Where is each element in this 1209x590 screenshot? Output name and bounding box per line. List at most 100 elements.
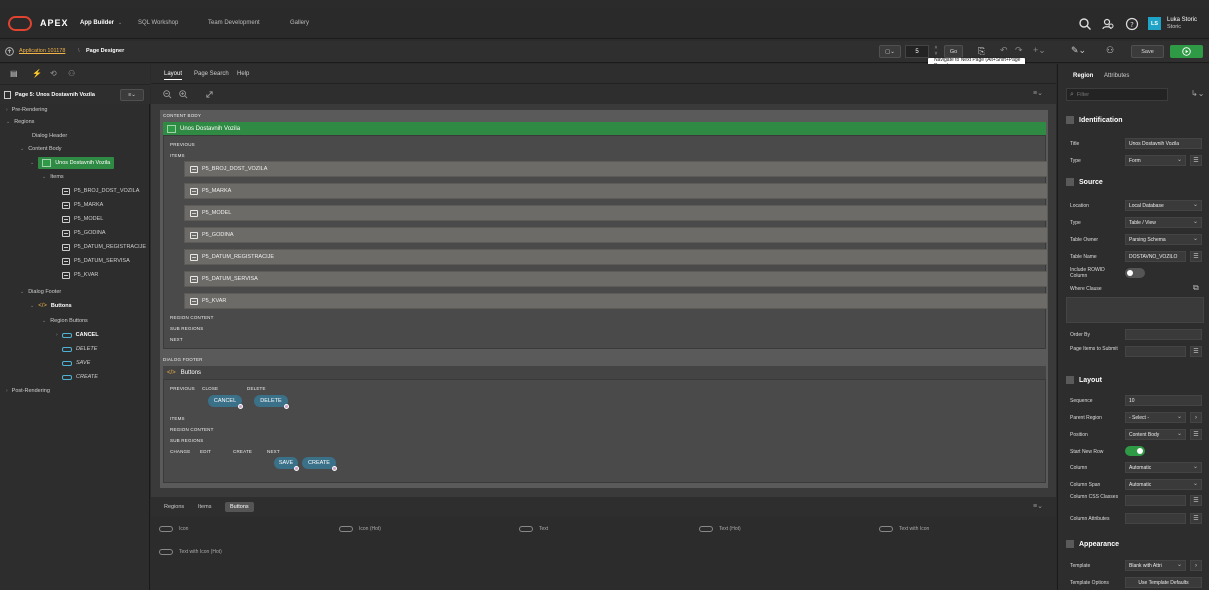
page-tree-title[interactable]: Page 5: Unos Dostavnih Vozila <box>15 92 95 98</box>
include-rowid-toggle[interactable] <box>1125 268 1145 278</box>
tree-buttons-region[interactable]: ⌄ </> Buttons <box>30 300 72 312</box>
chevron-down-icon[interactable]: ⌄ <box>118 20 122 26</box>
tree-regions[interactable]: ⌄ Regions <box>6 116 34 128</box>
tab-buttons[interactable]: Buttons <box>225 502 254 512</box>
cancel-button[interactable]: CANCEL <box>208 395 243 409</box>
order-by-field[interactable] <box>1125 329 1202 340</box>
apex-logo-icon[interactable] <box>8 16 32 31</box>
tree-item-p5-datum-servisa[interactable]: P5_DATUM_SERVISA <box>62 255 130 267</box>
tree-content-body[interactable]: ⌄ Content Body <box>20 143 62 155</box>
expand-icon[interactable] <box>205 90 214 99</box>
breadcrumb-application-link[interactable]: Application 101178 <box>19 48 65 54</box>
filter-input[interactable]: ⌕ Filter <box>1066 88 1168 101</box>
search-icon[interactable] <box>1078 17 1092 31</box>
parent-region-select[interactable]: - Select - <box>1125 412 1186 423</box>
column-attributes-field[interactable] <box>1125 513 1186 524</box>
nav-gallery[interactable]: Gallery <box>290 20 309 26</box>
gallery-menu-icon[interactable]: ≡⌄ <box>1033 502 1043 510</box>
tree-button-create[interactable]: CREATE <box>62 371 98 383</box>
group-appearance[interactable]: Appearance <box>1066 534 1206 554</box>
gallery-text-with-icon[interactable]: Text with Icon <box>879 526 929 532</box>
column-span-select[interactable]: Automatic <box>1125 479 1202 490</box>
tree-button-delete[interactable]: DELETE <box>62 343 97 355</box>
item-p5-godina[interactable]: P5_GODINA <box>184 227 1048 243</box>
item-p5-datum-registracije[interactable]: P5_DATUM_REGISTRACIJE <box>184 249 1048 265</box>
list-icon[interactable]: ☰ <box>1190 495 1202 506</box>
tree-item-p5-marka[interactable]: P5_MARKA <box>62 199 103 211</box>
team-icon[interactable] <box>1101 17 1115 31</box>
tree-post-rendering[interactable]: › Post-Rendering <box>6 385 50 397</box>
gallery-icon-hot[interactable]: Icon (Hot) <box>339 526 381 532</box>
gallery-text[interactable]: Text <box>519 526 548 532</box>
tab-processing-icon[interactable]: ⟲ <box>50 69 57 78</box>
group-identification[interactable]: Identification <box>1066 110 1206 130</box>
tab-shared-components-icon[interactable]: ⚇ <box>68 69 75 78</box>
tree-item-p5-model[interactable]: P5_MODEL <box>62 213 103 225</box>
shared-components-icon[interactable]: ⚇ <box>1106 45 1114 56</box>
page-type-menu-button[interactable]: ▢⌄ <box>879 45 901 58</box>
list-icon[interactable]: ☰ <box>1190 346 1202 357</box>
tree-dialog-footer[interactable]: ⌄ Dialog Footer <box>20 286 61 298</box>
code-editor-icon[interactable]: ⧉ <box>1193 283 1199 293</box>
nav-team-development[interactable]: Team Development <box>208 20 260 26</box>
save-region-button[interactable]: SAVE <box>274 457 299 471</box>
tree-items[interactable]: ⌄ Items <box>42 171 64 183</box>
apex-brand[interactable]: APEX <box>40 18 69 28</box>
tab-help[interactable]: Help <box>237 71 249 77</box>
list-icon[interactable]: ☰ <box>1190 155 1202 166</box>
arrow-up-icon[interactable] <box>5 47 14 56</box>
template-select[interactable]: Blank with Attri <box>1125 560 1186 571</box>
type-select[interactable]: Form <box>1125 155 1186 166</box>
utilities-icon[interactable]: ✎⌄ <box>1071 45 1086 56</box>
title-field[interactable]: Unos Dostavnih Vozila <box>1125 138 1202 149</box>
create-button[interactable]: CREATE <box>302 457 337 471</box>
gallery-text-hot[interactable]: Text (Hot) <box>699 526 741 532</box>
table-owner-select[interactable]: Parsing Schema <box>1125 234 1202 245</box>
item-p5-model[interactable]: P5_MODEL <box>184 205 1048 221</box>
start-new-row-toggle[interactable] <box>1125 446 1145 456</box>
item-p5-datum-servisa[interactable]: P5_DATUM_SERVISA <box>184 271 1048 287</box>
undo-icon[interactable]: ↶ <box>1000 45 1008 56</box>
tab-page-search[interactable]: Page Search <box>194 71 229 77</box>
save-button[interactable]: Save <box>1131 45 1164 58</box>
table-name-field[interactable]: DOSTAVNO_VOZILO <box>1125 251 1186 262</box>
group-source[interactable]: Source <box>1066 172 1206 192</box>
tab-rendering-icon[interactable]: ▤ <box>10 69 18 78</box>
list-icon[interactable]: ☰ <box>1190 513 1202 524</box>
go-to-group-icon[interactable]: ↳⌄ <box>1191 89 1204 98</box>
page-number-input[interactable]: 5 <box>905 45 929 58</box>
delete-button[interactable]: DELETE <box>254 395 289 409</box>
list-icon[interactable]: ☰ <box>1190 251 1202 262</box>
lock-icon[interactable]: ⎘ <box>978 46 985 57</box>
where-clause-textarea[interactable] <box>1066 297 1204 323</box>
user-name[interactable]: Luka Storic Storic <box>1167 17 1197 31</box>
zoom-in-icon[interactable] <box>179 90 188 99</box>
column-css-field[interactable] <box>1125 495 1186 506</box>
tab-region[interactable]: Region <box>1073 73 1093 79</box>
tree-button-save[interactable]: SAVE <box>62 357 90 369</box>
page-items-submit-field[interactable] <box>1125 346 1186 357</box>
group-layout[interactable]: Layout <box>1066 370 1206 390</box>
tree-item-p5-datum-registracije[interactable]: P5_DATUM_REGISTRACIJE <box>62 241 146 253</box>
location-select[interactable]: Local Database <box>1125 200 1202 211</box>
nav-sql-workshop[interactable]: SQL Workshop <box>138 20 178 26</box>
tree-menu-button[interactable]: ≡⌄ <box>120 89 144 101</box>
tree-region-buttons[interactable]: ⌄ Region Buttons <box>42 315 88 327</box>
avatar[interactable]: LS <box>1148 17 1161 30</box>
tab-layout[interactable]: Layout <box>164 71 183 80</box>
position-select[interactable]: Content Body <box>1125 429 1186 440</box>
item-p5-marka[interactable]: P5_MARKA <box>184 183 1048 199</box>
tab-regions[interactable]: Regions <box>159 502 189 512</box>
item-p5-kvar[interactable]: P5_KVAR <box>184 293 1048 309</box>
item-p5-broj-dost-vozila[interactable]: P5_BROJ_DOST_VOZILA <box>184 161 1048 177</box>
gallery-text-with-icon-hot[interactable]: Text with Icon (Hot) <box>159 549 222 555</box>
gallery-icon[interactable]: Icon <box>159 526 188 532</box>
nav-app-builder[interactable]: App Builder <box>80 20 114 26</box>
go-to-icon[interactable]: › <box>1190 560 1202 571</box>
run-page-button[interactable] <box>1170 45 1203 58</box>
tree-item-p5-godina[interactable]: P5_GODINA <box>62 227 105 239</box>
tree-pre-rendering[interactable]: › Pre-Rendering <box>6 104 47 116</box>
region-buttons-header[interactable]: </> Buttons <box>163 366 1046 379</box>
sequence-field[interactable]: 10 <box>1125 395 1202 406</box>
zoom-out-icon[interactable] <box>163 90 172 99</box>
